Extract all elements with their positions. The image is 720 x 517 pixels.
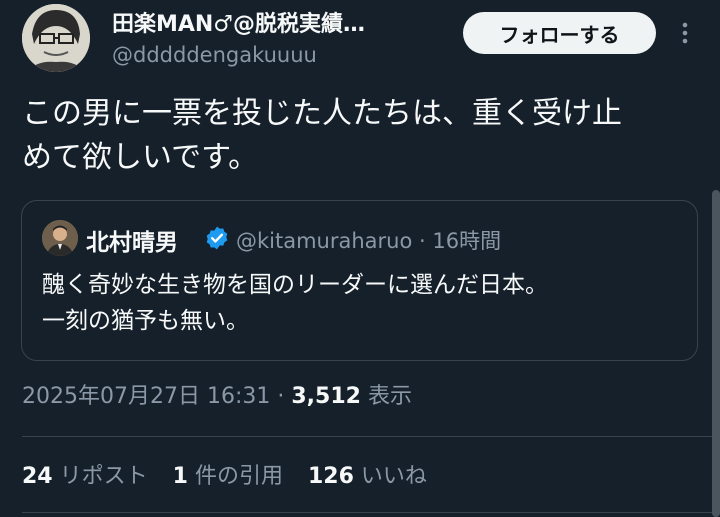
quoted-author-avatar[interactable]: [42, 220, 78, 256]
quoted-text-line: 一刻の猶予も無い。: [42, 308, 249, 334]
more-vertical-icon[interactable]: [676, 18, 694, 48]
view-count-label: 表示: [367, 384, 412, 409]
author-display-name[interactable]: 田楽MAN♂@脱税実績…: [112, 6, 365, 38]
engagement-stats: 24 リポスト 1 件の引用 126 いいね: [22, 458, 445, 490]
tweet-text-line: めて欲しいです。: [22, 140, 259, 175]
tweet-text: この男に一票を投じた人たちは、重く受け止 めて欲しいです。: [22, 92, 697, 180]
tweet-detail: 田楽MAN♂@脱税実績… @dddddengakuuuu フォローする この男に…: [0, 0, 720, 517]
quoted-tweet-card[interactable]: 北村晴男 @kitamuraharuo · 16時間 醜く奇妙な生き物を国のリー…: [21, 200, 698, 361]
reposts-label: リポスト: [59, 464, 148, 489]
reposts-count: 24: [22, 464, 53, 489]
reposts-stat[interactable]: 24 リポスト: [22, 464, 155, 489]
tweet-meta: 2025年07月27日 16:31 · 3,512 表示: [22, 378, 412, 410]
separator-dot: ·: [277, 384, 285, 409]
divider: [22, 436, 720, 437]
verified-badge-icon: [204, 225, 230, 251]
quotes-count: 1: [172, 464, 188, 489]
tweet-timestamp[interactable]: 2025年07月27日 16:31: [22, 384, 270, 409]
author-handle[interactable]: @dddddengakuuuu: [112, 43, 317, 67]
separator-dot: ·: [419, 229, 426, 253]
follow-button[interactable]: フォローする: [463, 12, 656, 54]
quoted-tweet-text: 醜く奇妙な生き物を国のリーダーに選んだ日本。 一刻の猶予も無い。: [42, 267, 682, 339]
quoted-handle-time: @kitamuraharuo · 16時間: [236, 225, 501, 255]
avatar-illustration-icon: [22, 4, 90, 72]
quotes-label: 件の引用: [194, 464, 283, 489]
quoted-time[interactable]: 16時間: [432, 229, 501, 253]
scrollbar[interactable]: [712, 190, 720, 517]
likes-count: 126: [307, 464, 354, 489]
quoted-text-line: 醜く奇妙な生き物を国のリーダーに選んだ日本。: [42, 272, 548, 298]
quotes-stat[interactable]: 1 件の引用: [173, 464, 290, 489]
likes-stat[interactable]: 126 いいね: [308, 464, 427, 489]
quoted-author-name[interactable]: 北村晴男: [86, 223, 178, 257]
divider: [22, 512, 720, 513]
likes-label: いいね: [360, 464, 427, 489]
view-count: 3,512: [291, 384, 361, 409]
tweet-text-line: この男に一票を投じた人たちは、重く受け止: [22, 96, 622, 131]
quoted-author-handle[interactable]: @kitamuraharuo: [236, 229, 412, 253]
author-avatar[interactable]: [22, 4, 90, 72]
